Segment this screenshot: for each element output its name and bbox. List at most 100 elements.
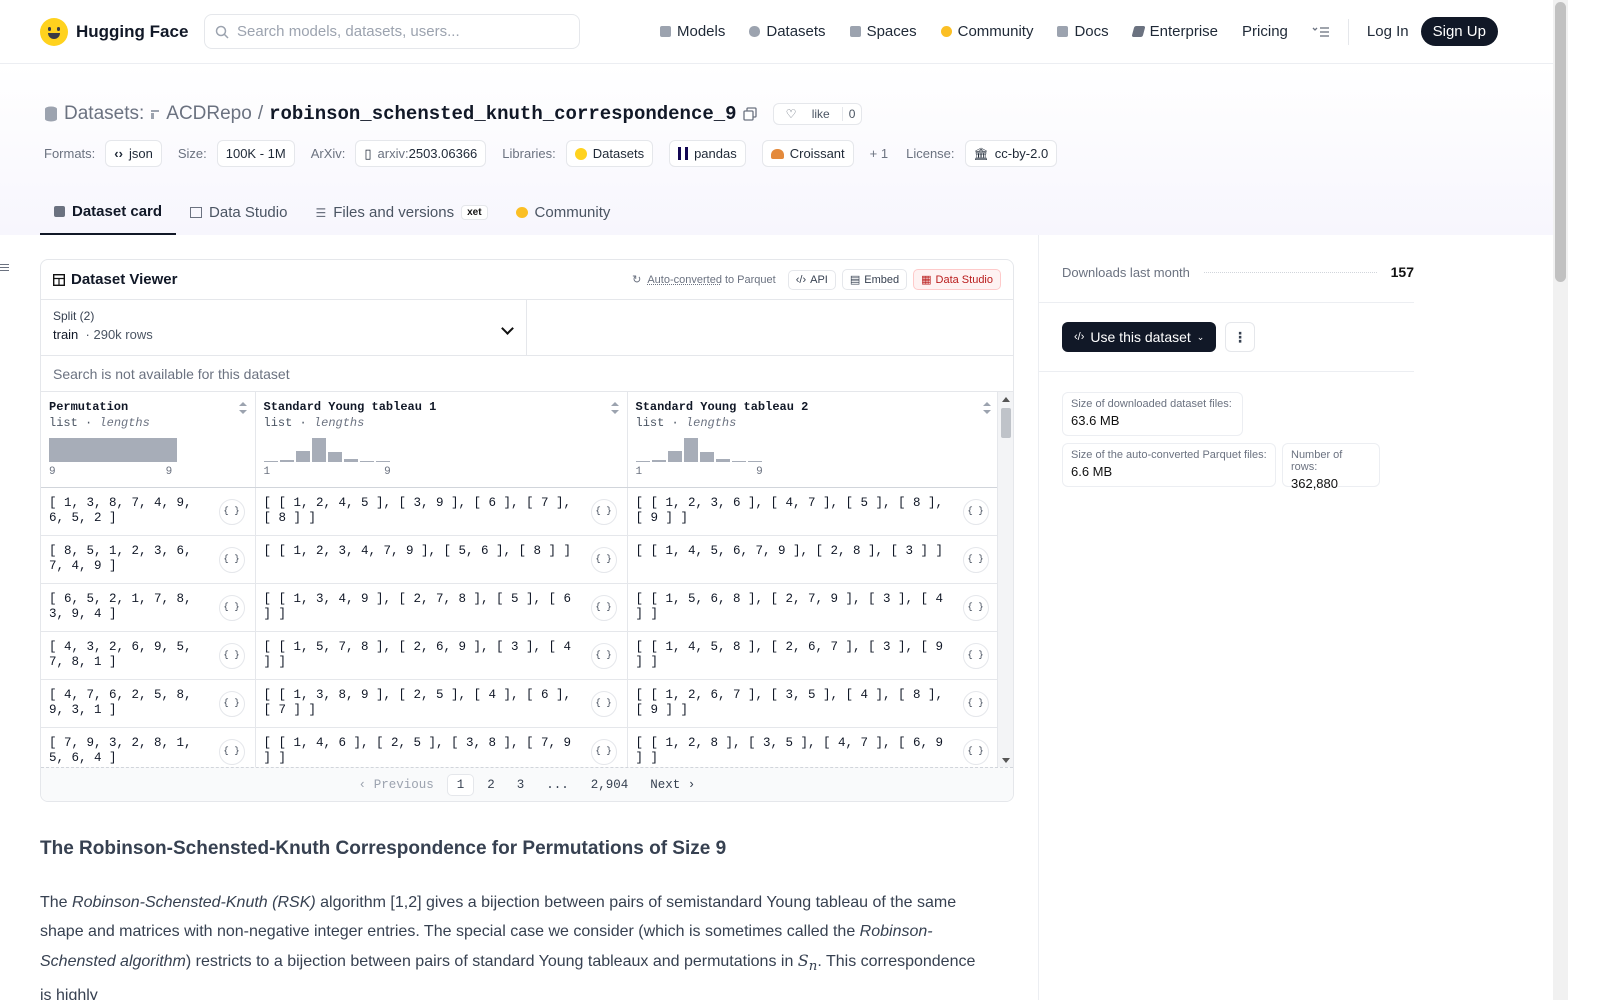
table-row[interactable]: [ 7, 9, 3, 2, 8, 1, 5, 6, 4 ] { } [ [ 1, 4… — [41, 727, 1000, 768]
table-cell[interactable]: [ [ 1, 5, 7, 8 ], [ 2, 6, 9 ], [ 3 ], [ … — [255, 631, 628, 680]
sort-icon[interactable] — [238, 402, 247, 414]
expand-json-icon[interactable]: { } — [218, 642, 245, 669]
repo-name-link[interactable]: robinson_schensted_knuth_correspondence_… — [269, 103, 736, 125]
tab-dataset-card[interactable]: Dataset card — [40, 190, 177, 235]
license-tag[interactable]: 🏛 cc-by-2.0 — [964, 140, 1058, 167]
global-search-input[interactable]: Search models, datasets, users... — [204, 14, 580, 49]
histogram-bar[interactable] — [343, 459, 358, 462]
next-page-button[interactable]: Next › — [641, 775, 704, 795]
arxiv-tag[interactable]: ▯ arxiv: 2503.06366 — [355, 140, 487, 167]
table-cell[interactable]: [ [ 1, 4, 6 ], [ 2, 5 ], [ 3, 8 ], [ 7, … — [255, 727, 628, 768]
histogram-bar[interactable] — [263, 461, 278, 462]
previous-page-button[interactable]: ‹ Previous — [350, 775, 443, 795]
expand-json-icon[interactable]: { } — [590, 690, 617, 717]
histogram-bar[interactable] — [311, 438, 326, 462]
table-row[interactable]: [ 8, 5, 1, 2, 3, 6, 7, 4, 9 ] { } [ [ 1, 2… — [41, 535, 1000, 584]
histogram-bar[interactable] — [731, 461, 746, 462]
expand-json-icon[interactable]: { } — [590, 546, 617, 573]
nav-models[interactable]: Models — [648, 23, 737, 40]
table-row[interactable]: [ 6, 5, 2, 1, 7, 8, 3, 9, 4 ] { } [ [ 1, 3… — [41, 583, 1000, 632]
auto-converted-link[interactable]: Auto-converted — [647, 274, 722, 286]
table-cell[interactable]: [ [ 1, 2, 3, 6 ], [ 4, 7 ], [ 5 ], [ 8 ]… — [627, 487, 1000, 536]
column-header[interactable]: Permutation list · lengths 99 — [41, 392, 256, 488]
histogram-bar[interactable] — [715, 459, 730, 462]
expand-json-icon[interactable]: { } — [218, 546, 245, 573]
expand-json-icon[interactable]: { } — [218, 594, 245, 621]
expand-json-icon[interactable]: { } — [962, 690, 989, 717]
sort-icon[interactable] — [610, 402, 619, 414]
owner-link[interactable]: ACDRepo — [166, 103, 252, 125]
table-cell[interactable]: [ 7, 9, 3, 2, 8, 1, 5, 6, 4 ] { } — [41, 727, 256, 768]
table-cell[interactable]: [ [ 1, 2, 4, 5 ], [ 3, 9 ], [ 6 ], [ 7 ]… — [255, 487, 628, 536]
histogram-bar[interactable] — [635, 461, 650, 462]
sort-icon[interactable] — [982, 402, 991, 414]
tab-files[interactable]: ☰ Files and versions xet — [301, 190, 501, 235]
histogram-bar[interactable] — [651, 460, 666, 462]
login-link[interactable]: Log In — [1355, 23, 1421, 40]
signup-button[interactable]: Sign Up — [1420, 17, 1498, 46]
size-tag[interactable]: 100K - 1M — [216, 140, 295, 167]
table-cell[interactable]: [ [ 1, 2, 8 ], [ 3, 5 ], [ 4, 7 ], [ 6, … — [627, 727, 1000, 768]
table-row[interactable]: [ 4, 7, 6, 2, 5, 8, 9, 3, 1 ] { } [ [ 1, 3… — [41, 679, 1000, 728]
library-tag-croissant[interactable]: Croissant — [761, 140, 854, 167]
table-cell[interactable]: [ [ 1, 3, 8, 9 ], [ 2, 5 ], [ 4 ], [ 6 ]… — [255, 679, 628, 728]
histogram-bar[interactable] — [667, 451, 682, 462]
table-cell[interactable]: [ [ 1, 5, 6, 8 ], [ 2, 7, 9 ], [ 3 ], [ … — [627, 583, 1000, 632]
table-cell[interactable]: [ [ 1, 4, 5, 6, 7, 9 ], [ 2, 8 ], [ 3 ] … — [627, 535, 1000, 584]
table-cell[interactable]: [ 6, 5, 2, 1, 7, 8, 3, 9, 4 ] { } — [41, 583, 256, 632]
format-tag[interactable]: ‹› json — [105, 140, 162, 167]
expand-json-icon[interactable]: { } — [218, 738, 245, 765]
use-dataset-button[interactable]: ‹/› Use this dataset ⌄ — [1062, 322, 1217, 352]
expand-json-icon[interactable]: { } — [962, 642, 989, 669]
table-row[interactable]: [ 1, 3, 8, 7, 4, 9, 6, 5, 2 ] { } [ [ 1, 2… — [41, 487, 1000, 536]
more-menu-button[interactable] — [1300, 26, 1342, 38]
brand-link[interactable]: Hugging Face — [40, 17, 204, 46]
table-cell[interactable]: [ [ 1, 2, 6, 7 ], [ 3, 5 ], [ 4 ], [ 8 ]… — [627, 679, 1000, 728]
nav-enterprise[interactable]: Enterprise — [1121, 23, 1230, 40]
expand-json-icon[interactable]: { } — [962, 594, 989, 621]
libraries-more[interactable]: + 1 — [870, 146, 888, 161]
nav-spaces[interactable]: Spaces — [838, 23, 929, 40]
page-button[interactable]: 2,904 — [582, 775, 638, 795]
library-tag-datasets[interactable]: Datasets — [565, 140, 654, 167]
api-button[interactable]: ‹/› API — [787, 269, 836, 290]
expand-json-icon[interactable]: { } — [590, 498, 617, 525]
page-scroll-thumb[interactable] — [1555, 2, 1566, 282]
nav-community[interactable]: Community — [929, 23, 1046, 40]
histogram-bar[interactable] — [375, 461, 390, 462]
embed-button[interactable]: ▤ Embed — [841, 269, 908, 290]
nav-docs[interactable]: Docs — [1045, 23, 1120, 40]
histogram-bar[interactable] — [359, 461, 374, 462]
copy-icon[interactable] — [742, 107, 757, 121]
expand-json-icon[interactable]: { } — [218, 690, 245, 717]
section-label[interactable]: Datasets: — [64, 103, 144, 125]
scroll-up-icon[interactable] — [1002, 397, 1010, 402]
data-studio-button[interactable]: ▦ Data Studio — [913, 269, 1001, 290]
expand-json-icon[interactable]: { } — [962, 738, 989, 765]
histogram-bar[interactable] — [747, 461, 762, 462]
histogram-bar[interactable] — [327, 452, 342, 462]
sidebar-toggle-icon[interactable] — [0, 262, 9, 276]
like-button[interactable]: ♡ like 0 — [772, 103, 863, 125]
table-cell[interactable]: [ 8, 5, 1, 2, 3, 6, 7, 4, 9 ] { } — [41, 535, 256, 584]
column-header[interactable]: Standard Young tableau 2 list · lengths … — [627, 392, 1000, 488]
page-button[interactable]: 2 — [478, 775, 504, 795]
histogram-bar[interactable] — [49, 438, 177, 462]
table-cell[interactable]: [ [ 1, 3, 4, 9 ], [ 2, 7, 8 ], [ 5 ], [ … — [255, 583, 628, 632]
nav-datasets[interactable]: Datasets — [737, 23, 837, 40]
more-options-button[interactable]: ⋮ — [1225, 322, 1255, 352]
grid-scroll-thumb[interactable] — [1001, 408, 1011, 438]
nav-pricing[interactable]: Pricing — [1230, 23, 1300, 40]
grid-scrollbar[interactable] — [997, 392, 1013, 768]
column-header[interactable]: Standard Young tableau 1 list · lengths … — [255, 392, 628, 488]
page-button[interactable]: 3 — [508, 775, 534, 795]
expand-json-icon[interactable]: { } — [590, 738, 617, 765]
scroll-down-icon[interactable] — [1002, 758, 1010, 763]
viewer-search-input[interactable]: Search is not available for this dataset — [41, 356, 1013, 392]
table-cell[interactable]: [ [ 1, 4, 5, 8 ], [ 2, 6, 7 ], [ 3 ], [ … — [627, 631, 1000, 680]
table-cell[interactable]: [ 4, 3, 2, 6, 9, 5, 7, 8, 1 ] { } — [41, 631, 256, 680]
table-cell[interactable]: [ 4, 7, 6, 2, 5, 8, 9, 3, 1 ] { } — [41, 679, 256, 728]
split-select[interactable]: Split (2) train · 290k rows — [41, 300, 527, 355]
expand-json-icon[interactable]: { } — [590, 594, 617, 621]
histogram-bar[interactable] — [699, 452, 714, 462]
